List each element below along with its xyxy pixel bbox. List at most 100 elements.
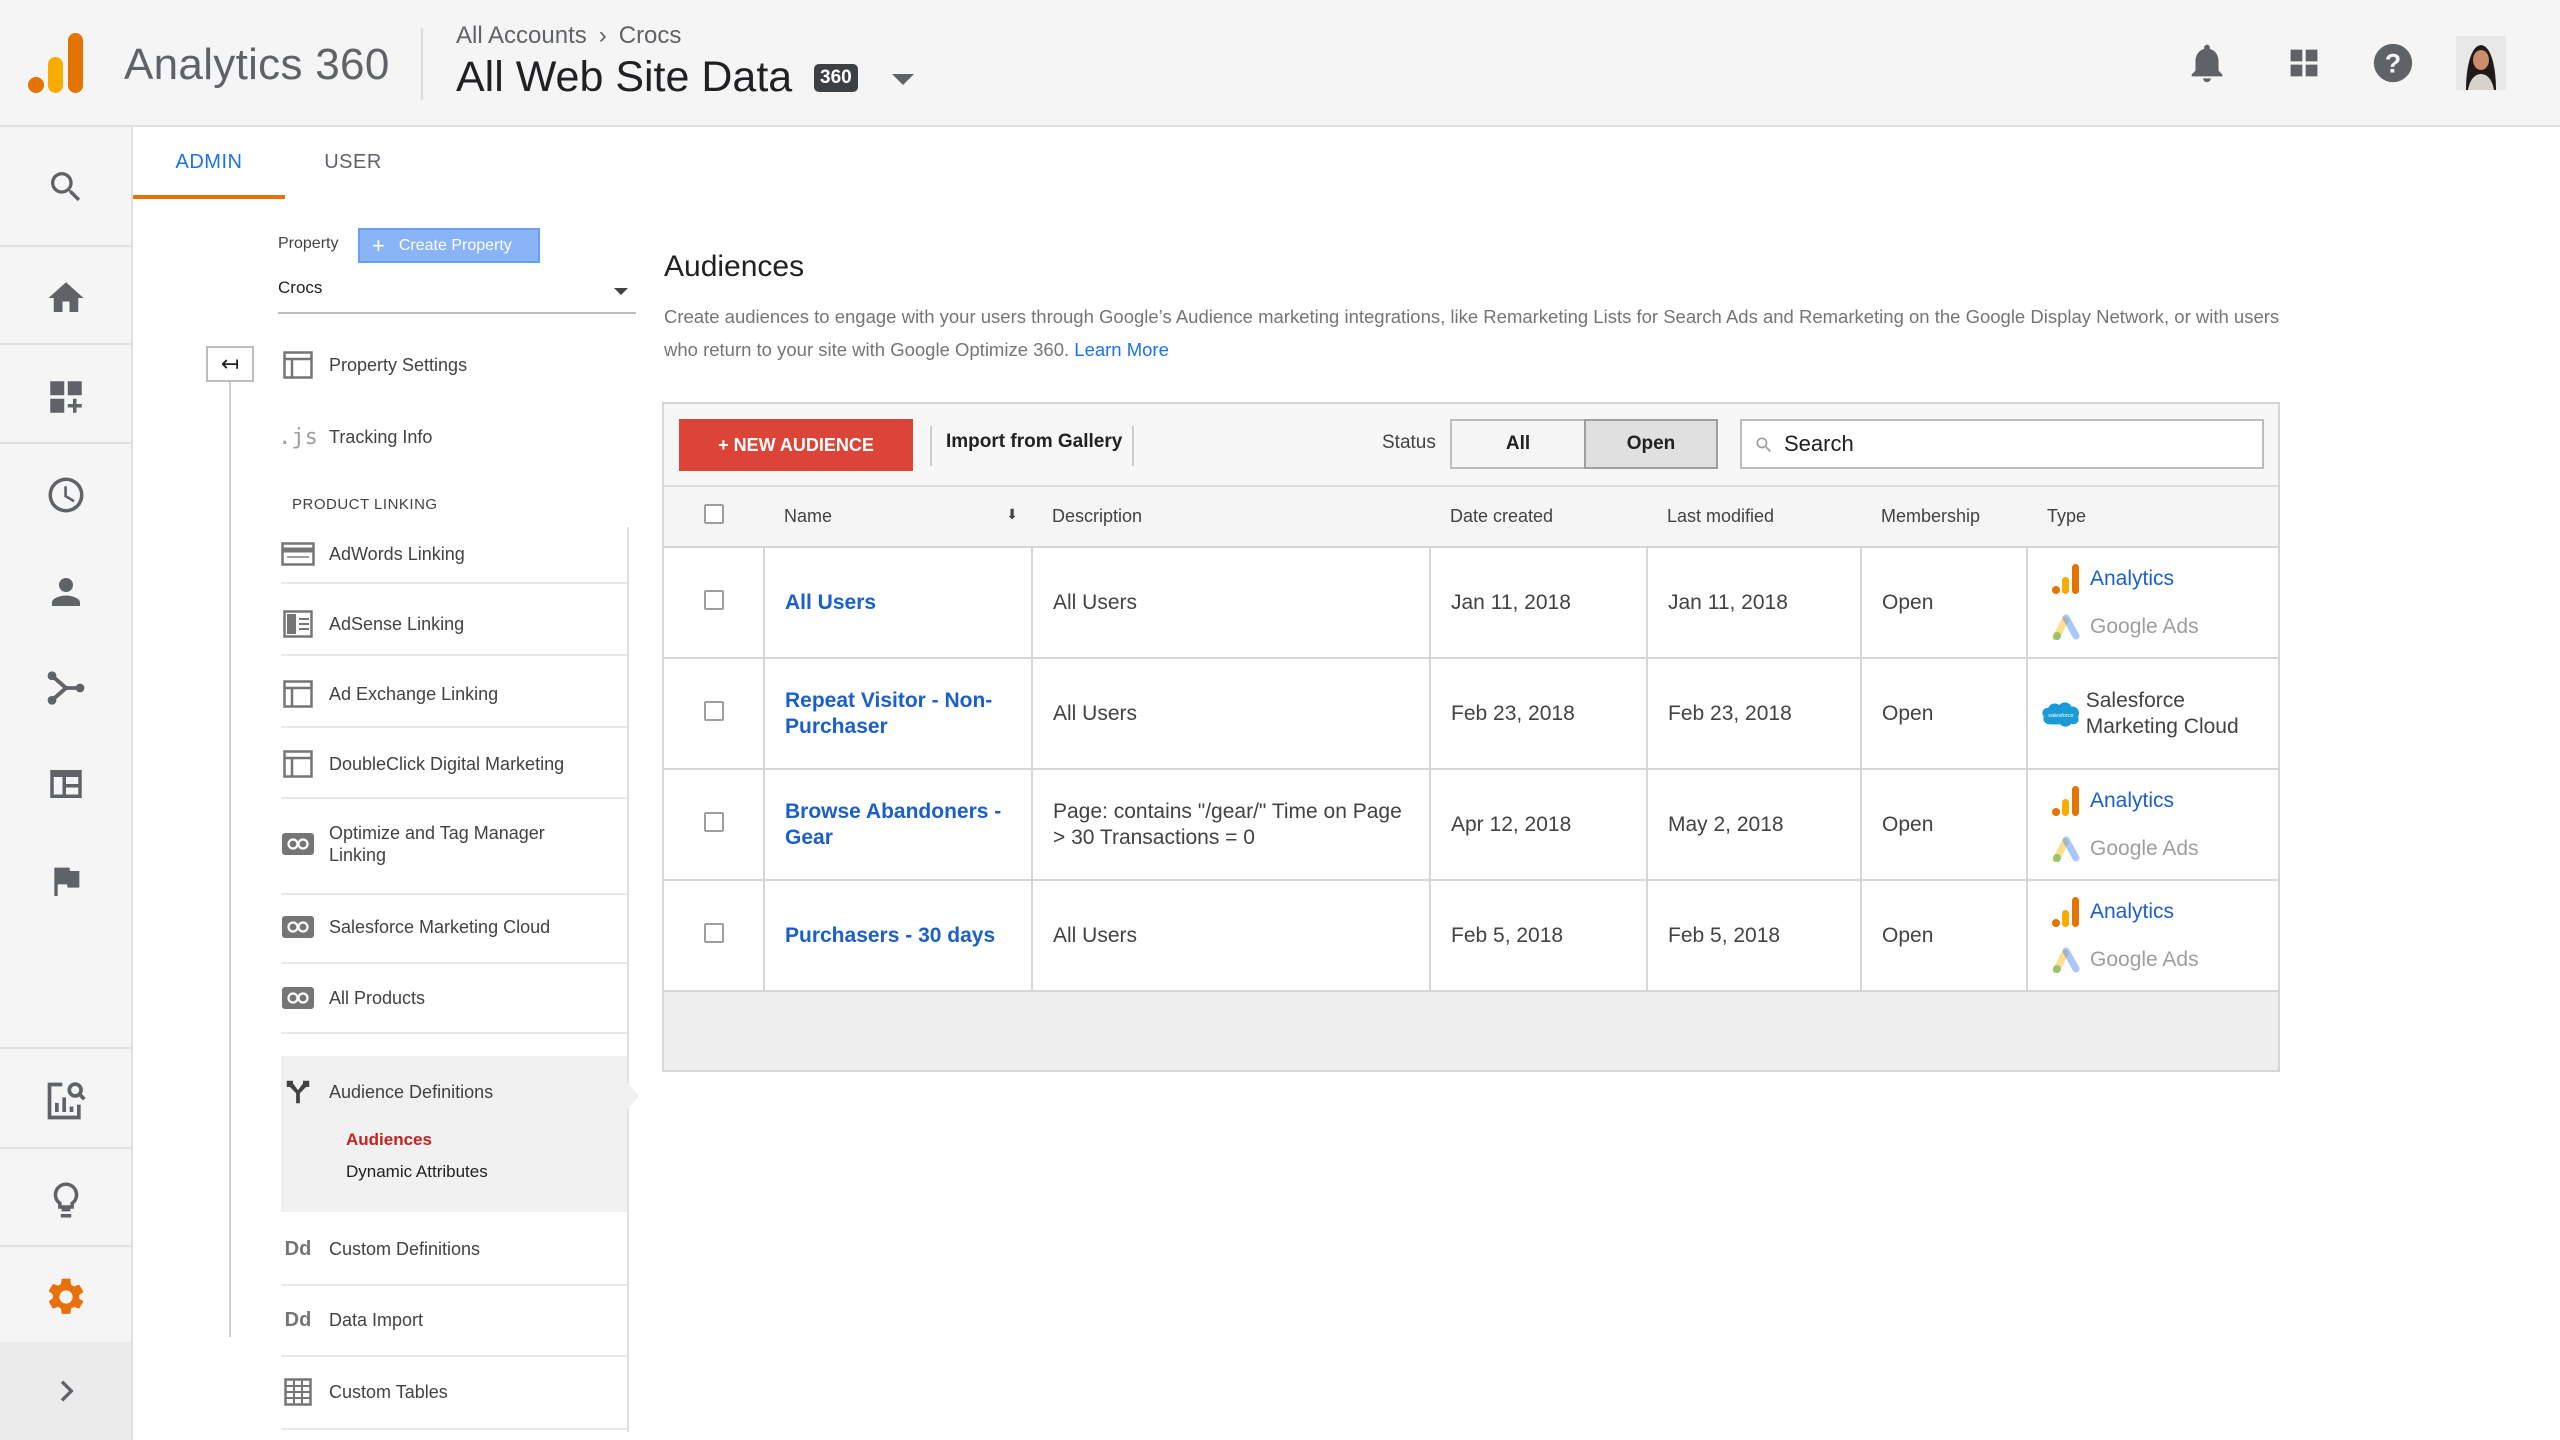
- tab-user[interactable]: USER: [285, 127, 421, 199]
- type-analytics[interactable]: Analytics: [2052, 888, 2278, 936]
- help-icon[interactable]: ?: [2370, 40, 2416, 86]
- gear-icon: [48, 1278, 83, 1314]
- new-audience-button[interactable]: + NEW AUDIENCE: [679, 419, 913, 471]
- nav-salesforce-linking[interactable]: Salesforce Marketing Cloud: [281, 907, 627, 947]
- rail-realtime[interactable]: [0, 465, 131, 525]
- type-google-ads[interactable]: Google Ads: [2052, 603, 2278, 651]
- row-checkbox[interactable]: [703, 811, 724, 832]
- left-nav-rail: [0, 127, 133, 1440]
- nav-ad-exchange-linking[interactable]: Ad Exchange Linking: [281, 674, 627, 714]
- nav-tracking-info[interactable]: .js Tracking Info: [278, 417, 627, 457]
- back-arrow-icon: ↤: [220, 351, 240, 376]
- row-checkbox[interactable]: [703, 700, 724, 721]
- tab-admin[interactable]: ADMIN: [133, 127, 285, 199]
- nav-divider: [281, 582, 627, 584]
- js-icon: .js: [278, 424, 318, 450]
- rail-audience[interactable]: [0, 562, 131, 622]
- row-checkbox[interactable]: [703, 922, 724, 943]
- sort-arrow-icon[interactable]: ⬇: [1006, 506, 1018, 523]
- nav-divider: [281, 1428, 627, 1430]
- audience-fork-icon: [281, 1077, 315, 1107]
- column-header-last-modified[interactable]: Last modified: [1647, 487, 1861, 548]
- rail-home[interactable]: [0, 268, 131, 328]
- column-header-membership[interactable]: Membership: [1861, 487, 2027, 548]
- name-cell: Repeat Visitor - Non-Purchaser: [764, 658, 1033, 770]
- nav-custom-tables[interactable]: Custom Tables: [281, 1372, 627, 1412]
- rail-customization[interactable]: [0, 367, 131, 427]
- window-icon: [281, 679, 315, 709]
- bell-icon[interactable]: [2184, 40, 2230, 86]
- row-checkbox-cell: [664, 769, 765, 881]
- nav-adwords-linking[interactable]: AdWords Linking: [281, 534, 627, 574]
- nav-custom-definitions[interactable]: Dd Custom Definitions: [281, 1229, 627, 1269]
- search-input[interactable]: [1784, 429, 2254, 459]
- rail-behavior[interactable]: [0, 754, 131, 814]
- chevron-down-icon[interactable]: [892, 74, 914, 85]
- breadcrumb-property[interactable]: Crocs: [619, 22, 682, 49]
- nav-label: AdSense Linking: [329, 613, 465, 634]
- property-select[interactable]: Crocs: [278, 278, 636, 314]
- apps-icon[interactable]: [2281, 40, 2327, 86]
- rail-discover[interactable]: [0, 1170, 131, 1230]
- dd-icon: Dd: [284, 1237, 312, 1260]
- rail-admin[interactable]: [0, 1267, 131, 1327]
- nav-optimize-tag-manager-linking[interactable]: Optimize and Tag Manager Linking: [281, 816, 627, 872]
- description-cell: All Users: [1032, 880, 1431, 992]
- google-ads-logo-icon: [2052, 836, 2080, 862]
- audience-name-link[interactable]: All Users: [785, 591, 876, 614]
- analytics-logo-icon: [2052, 896, 2079, 927]
- view-selector[interactable]: All Web Site Data: [456, 53, 792, 102]
- type-label: Analytics: [2090, 788, 2175, 812]
- property-label: Property: [278, 235, 339, 252]
- rail-insights-report[interactable]: [0, 1069, 131, 1133]
- avatar[interactable]: [2456, 36, 2506, 90]
- type-google-ads[interactable]: Google Ads: [2052, 936, 2278, 984]
- link-icon: [281, 829, 315, 859]
- nav-dynamic-attributes[interactable]: Dynamic Attributes: [346, 1162, 488, 1182]
- audience-name-link[interactable]: Browse Abandoners - Gear: [785, 800, 1001, 849]
- chevron-down-icon: [614, 288, 628, 295]
- salesforce-logo-text: salesforce: [2048, 712, 2073, 718]
- rail-conversions[interactable]: [0, 851, 131, 911]
- type-analytics[interactable]: Analytics: [2052, 555, 2278, 603]
- rail-acquisition[interactable]: [0, 658, 131, 718]
- status-all-toggle[interactable]: All: [1450, 419, 1586, 469]
- nav-property-settings[interactable]: Property Settings: [281, 345, 627, 385]
- type-google-ads[interactable]: Google Ads: [2052, 825, 2278, 873]
- nav-all-products[interactable]: All Products: [281, 978, 627, 1018]
- column-header-name[interactable]: Name ⬇: [764, 487, 1032, 548]
- nav-adsense-linking[interactable]: AdSense Linking: [281, 604, 627, 644]
- table-row: Purchasers - 30 days All Users Feb 5, 20…: [664, 880, 2278, 992]
- rail-search[interactable]: [0, 157, 131, 217]
- breadcrumb-account[interactable]: All Accounts: [456, 22, 587, 49]
- select-all-checkbox[interactable]: [704, 504, 724, 524]
- status-open-toggle[interactable]: Open: [1584, 419, 1718, 469]
- analytics-logo-icon[interactable]: [28, 33, 84, 93]
- table-row: All Users All Users Jan 11, 2018 Jan 11,…: [664, 547, 2278, 659]
- audience-name-link[interactable]: Repeat Visitor - Non-Purchaser: [785, 689, 992, 738]
- type-salesforce[interactable]: salesforce Salesforce Marketing Cloud: [2040, 688, 2278, 740]
- import-from-gallery-button[interactable]: Import from Gallery: [946, 431, 1122, 453]
- rail-expand[interactable]: [0, 1342, 131, 1440]
- row-checkbox[interactable]: [703, 589, 724, 610]
- person-icon: [51, 578, 80, 606]
- audience-name-link[interactable]: Purchasers - 30 days: [785, 924, 995, 947]
- search-icon: [1756, 437, 1772, 453]
- nav-doubleclick-linking[interactable]: DoubleClick Digital Marketing: [281, 744, 627, 784]
- create-property-button[interactable]: + Create Property: [358, 228, 540, 263]
- back-button[interactable]: ↤: [206, 346, 254, 382]
- column-header-date-created[interactable]: Date created: [1430, 487, 1647, 548]
- nav-data-import[interactable]: Dd Data Import: [281, 1300, 627, 1340]
- home-icon: [48, 282, 83, 312]
- learn-more-link[interactable]: Learn More: [1074, 339, 1169, 360]
- nav-audience-definitions[interactable]: Audience Definitions: [281, 1072, 627, 1112]
- toolbar-divider: [1132, 426, 1134, 466]
- nav-divider: [281, 726, 627, 728]
- nav-audiences[interactable]: Audiences: [346, 1130, 432, 1150]
- window-icon: [281, 749, 315, 779]
- row-checkbox-cell: [664, 658, 765, 770]
- nav-divider: [281, 893, 627, 895]
- type-analytics[interactable]: Analytics: [2052, 777, 2278, 825]
- app-name[interactable]: Analytics 360: [124, 40, 390, 90]
- search-box: [1740, 419, 2264, 469]
